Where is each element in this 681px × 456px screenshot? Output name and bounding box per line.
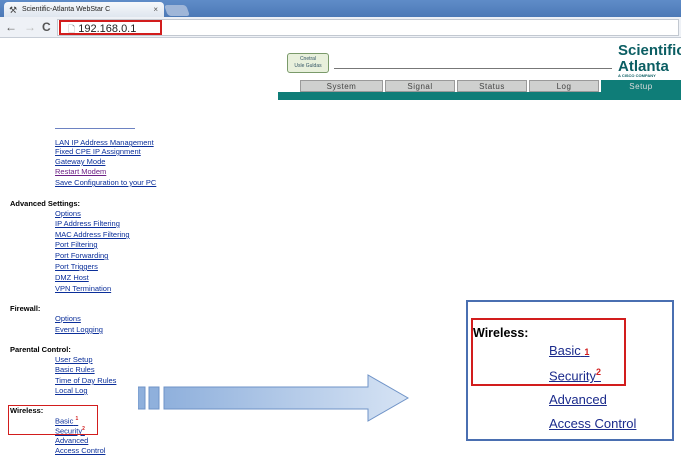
link-basic-rules[interactable]: Basic Rules — [55, 365, 95, 374]
router-favicon-icon: ⚒ — [9, 5, 18, 15]
zoom-link-access-control[interactable]: Access Control — [549, 416, 636, 431]
tab-system[interactable]: System — [300, 80, 383, 92]
zoom-arrow — [137, 373, 448, 428]
link-fixed-cpe[interactable]: Fixed CPE IP Assignment — [55, 147, 141, 156]
link-firewall-options[interactable]: Options — [55, 314, 81, 323]
link-time-of-day-rules[interactable]: Time of Day Rules — [55, 376, 116, 385]
link-mac-filtering[interactable]: MAC Address Filtering — [55, 230, 130, 239]
wireless-highlight-box — [8, 405, 98, 435]
browser-tabstrip: ⚒ Scientific-Atlanta WebStar C × — [0, 0, 681, 17]
link-gateway-mode[interactable]: Gateway Mode — [55, 157, 105, 166]
reload-icon[interactable]: C — [42, 18, 51, 36]
link-save-config[interactable]: Save Configuration to your PC — [55, 178, 156, 187]
link-port-filtering[interactable]: Port Filtering — [55, 240, 98, 249]
link-adv-options[interactable]: Options — [55, 209, 81, 218]
section-firewall: Firewall: — [10, 304, 41, 313]
new-tab-button[interactable] — [163, 5, 191, 16]
browser-tab[interactable]: ⚒ Scientific-Atlanta WebStar C × — [4, 2, 164, 17]
router-tabs: System Signal Status Log Setup — [300, 80, 681, 92]
forward-arrow-icon[interactable]: → — [24, 18, 36, 36]
link-local-log[interactable]: Local Log — [55, 386, 88, 395]
link-restart-modem[interactable]: Restart Modem — [55, 167, 106, 176]
cut-off-link — [55, 128, 135, 129]
tab-status[interactable]: Status — [457, 80, 527, 92]
header-rule — [334, 68, 612, 69]
back-arrow-icon[interactable]: ← — [5, 18, 17, 36]
link-wireless-advanced[interactable]: Advanced — [55, 436, 88, 445]
tab-title: Scientific-Atlanta WebStar C — [22, 6, 111, 13]
quick-guides-logo: Cnetral Usle Guldas — [287, 53, 329, 73]
section-parental-control: Parental Control: — [10, 345, 71, 354]
close-tab-icon[interactable]: × — [153, 2, 158, 17]
url-highlight-box — [59, 20, 162, 35]
link-port-forwarding[interactable]: Port Forwarding — [55, 251, 108, 260]
zoom-highlight-box — [471, 318, 626, 386]
tab-setup[interactable]: Setup — [601, 80, 681, 92]
link-vpn-termination[interactable]: VPN Termination — [55, 284, 111, 293]
link-port-triggers[interactable]: Port Triggers — [55, 262, 98, 271]
brand-name-line2: Atlanta — [618, 58, 669, 75]
header-teal-bar — [278, 92, 681, 100]
link-user-setup[interactable]: User Setup — [55, 355, 93, 364]
link-event-logging[interactable]: Event Logging — [55, 325, 103, 334]
tab-signal[interactable]: Signal — [385, 80, 455, 92]
tab-log[interactable]: Log — [529, 80, 599, 92]
zoom-link-advanced[interactable]: Advanced — [549, 392, 607, 407]
link-ip-filtering[interactable]: IP Address Filtering — [55, 219, 120, 228]
link-wireless-access-control[interactable]: Access Control — [55, 446, 105, 455]
link-lan-ip[interactable]: LAN IP Address Management — [55, 138, 154, 147]
link-dmz-host[interactable]: DMZ Host — [55, 273, 89, 282]
brand-name-line1: Scientific — [618, 42, 681, 59]
brand-subtitle: A CISCO COMPANY — [618, 73, 656, 78]
section-advanced-settings: Advanced Settings: — [10, 199, 81, 208]
